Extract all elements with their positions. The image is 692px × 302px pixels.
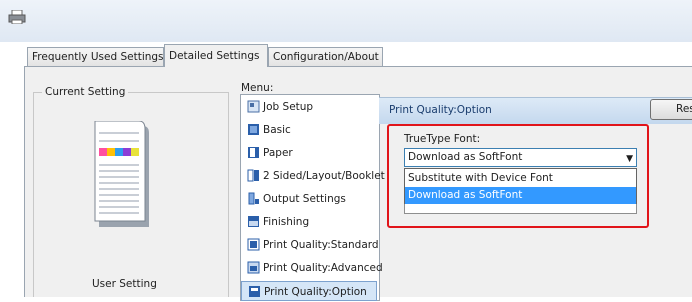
menu-item-label: Print Quality:Advanced — [263, 262, 383, 274]
tab-configuration-about[interactable]: Configuration/About — [268, 47, 383, 66]
menu-item-label: 2 Sided/Layout/Booklet — [263, 170, 385, 182]
menu-item-label: Print Quality:Standard — [263, 239, 379, 251]
finishing-icon — [248, 216, 259, 227]
menu-item-print-quality-option[interactable]: Print Quality:Option — [241, 281, 377, 301]
tab-frequently-used-settings[interactable]: Frequently Used Settings — [27, 47, 164, 66]
print-quality-option-icon — [249, 286, 260, 297]
menu-list: Job Setup Basic Paper 2 Sided/Layout/Boo… — [240, 94, 385, 301]
basic-icon — [248, 124, 259, 135]
output-settings-icon — [248, 192, 259, 205]
job-setup-icon — [247, 100, 260, 113]
tab-detailed-settings[interactable]: Detailed Settings — [164, 44, 268, 67]
user-setting-caption: User Setting — [92, 278, 157, 290]
reset-button[interactable]: Res — [650, 99, 692, 120]
option-panel-title: Print Quality:Option — [389, 104, 492, 116]
document-preview-icon — [94, 121, 149, 227]
menu-item-basic[interactable]: Basic — [247, 120, 377, 140]
two-sided-icon — [247, 169, 259, 182]
current-setting-label: Current Setting — [42, 86, 129, 98]
menu-label: Menu: — [241, 82, 274, 94]
menu-item-print-quality-standard[interactable]: Print Quality:Standard — [247, 235, 379, 255]
menu-item-print-quality-advanced[interactable]: Print Quality:Advanced — [247, 258, 383, 278]
menu-item-label: Finishing — [263, 216, 310, 228]
paper-icon — [248, 147, 259, 158]
menu-item-paper[interactable]: Paper — [247, 143, 377, 163]
menu-item-job-setup[interactable]: Job Setup — [247, 97, 377, 117]
menu-item-label: Basic — [263, 124, 291, 136]
print-quality-standard-icon — [247, 238, 260, 251]
menu-item-output-settings[interactable]: Output Settings — [247, 189, 377, 209]
printer-icon — [8, 10, 26, 24]
menu-item-label: Paper — [263, 147, 293, 159]
print-quality-advanced-icon — [247, 261, 260, 274]
menu-item-label: Output Settings — [263, 193, 346, 205]
menu-item-label: Job Setup — [263, 101, 314, 113]
menu-item-2-sided-layout-booklet[interactable]: 2 Sided/Layout/Booklet — [247, 166, 385, 186]
title-bar — [0, 0, 692, 42]
menu-item-finishing[interactable]: Finishing — [247, 212, 377, 232]
annotation-highlight-box — [387, 124, 649, 228]
menu-item-label: Print Quality:Option — [264, 286, 367, 298]
